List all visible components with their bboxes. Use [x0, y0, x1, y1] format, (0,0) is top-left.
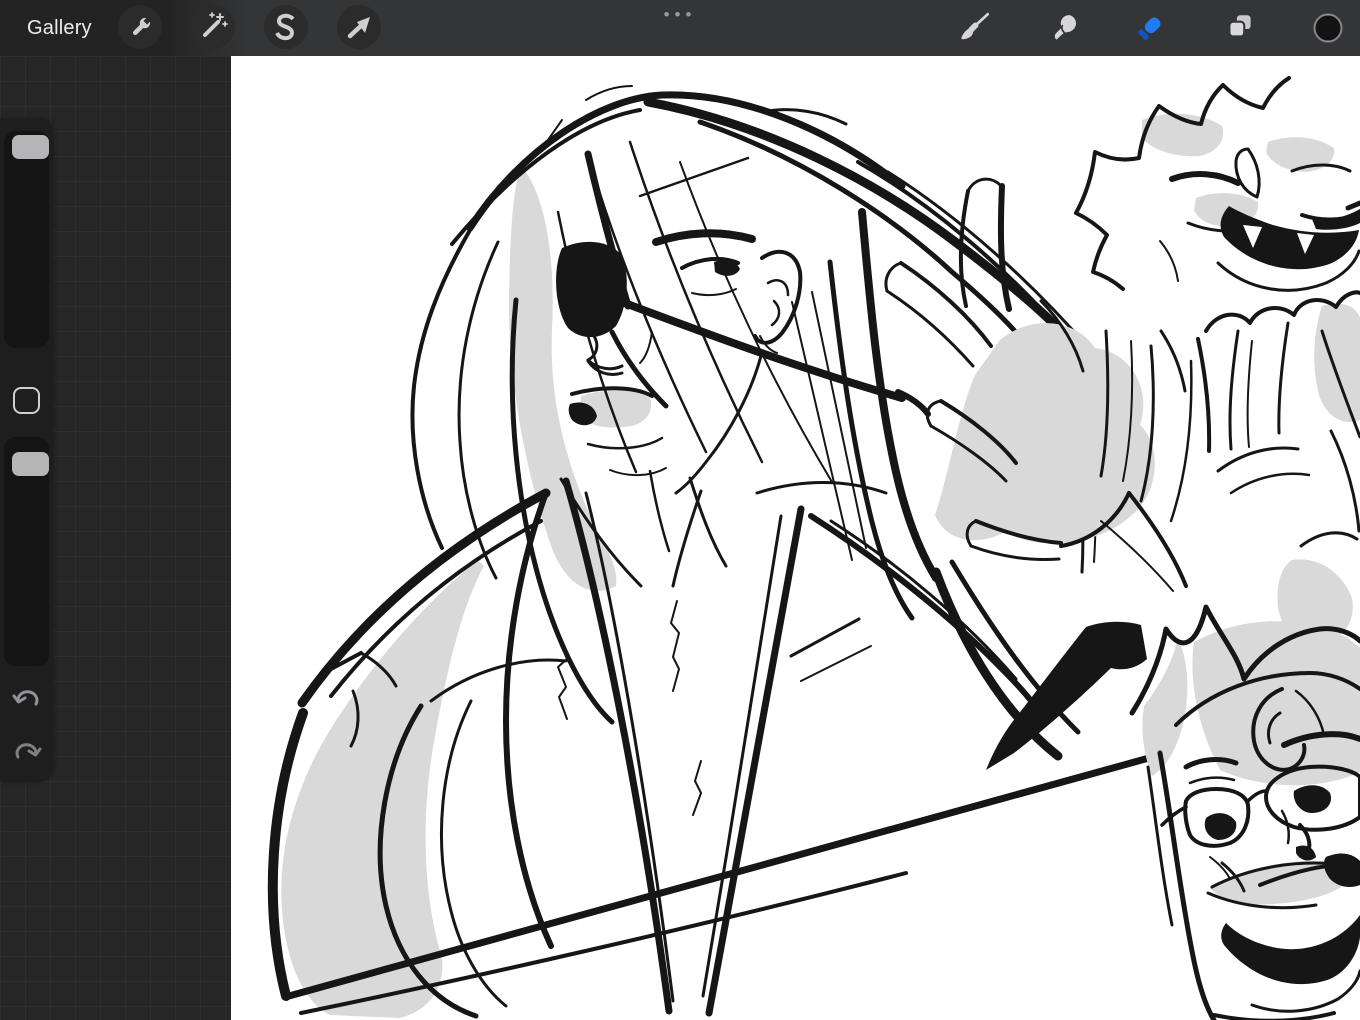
artwork-main-figure	[273, 86, 1149, 1018]
eraser-icon	[1132, 10, 1168, 46]
selection-s-icon	[264, 5, 308, 49]
drawing-canvas[interactable]	[231, 56, 1360, 1020]
opacity-slider[interactable]	[4, 437, 49, 666]
modify-button[interactable]	[13, 387, 40, 414]
paintbrush-icon	[957, 10, 993, 46]
opacity-slider-handle[interactable]	[12, 452, 49, 476]
undo-button[interactable]	[12, 685, 42, 711]
redo-icon	[12, 738, 42, 764]
adjustments-button[interactable]	[191, 5, 235, 49]
transform-button[interactable]	[337, 5, 381, 49]
ellipsis-menu[interactable]: •••	[640, 0, 720, 30]
redo-button[interactable]	[12, 738, 42, 764]
layers-button[interactable]	[1221, 9, 1259, 47]
smudge-finger-icon	[1047, 10, 1083, 46]
brush-size-slider-handle[interactable]	[12, 135, 49, 159]
workspace	[0, 56, 1360, 1020]
smudge-tool-button[interactable]	[1046, 9, 1084, 47]
wrench-icon	[118, 5, 162, 49]
actions-button[interactable]	[118, 5, 162, 49]
transform-arrow-icon	[337, 5, 381, 49]
artwork-arrow-shape	[986, 622, 1147, 770]
top-toolbar: Gallery	[0, 0, 1360, 56]
erase-tool-button[interactable]	[1131, 9, 1169, 47]
sidebar-panel	[0, 118, 53, 782]
artwork-old-man-face	[1132, 607, 1360, 1020]
color-button[interactable]	[1309, 9, 1347, 47]
gallery-button[interactable]: Gallery	[27, 0, 92, 56]
canvas-artwork	[231, 56, 1360, 1020]
magic-wand-icon	[191, 5, 235, 49]
layers-icon	[1222, 10, 1258, 46]
color-swatch-icon	[1309, 9, 1347, 47]
paint-tool-button[interactable]	[956, 9, 994, 47]
selection-button[interactable]	[264, 5, 308, 49]
brush-size-slider[interactable]	[4, 131, 49, 348]
undo-icon	[12, 685, 42, 711]
